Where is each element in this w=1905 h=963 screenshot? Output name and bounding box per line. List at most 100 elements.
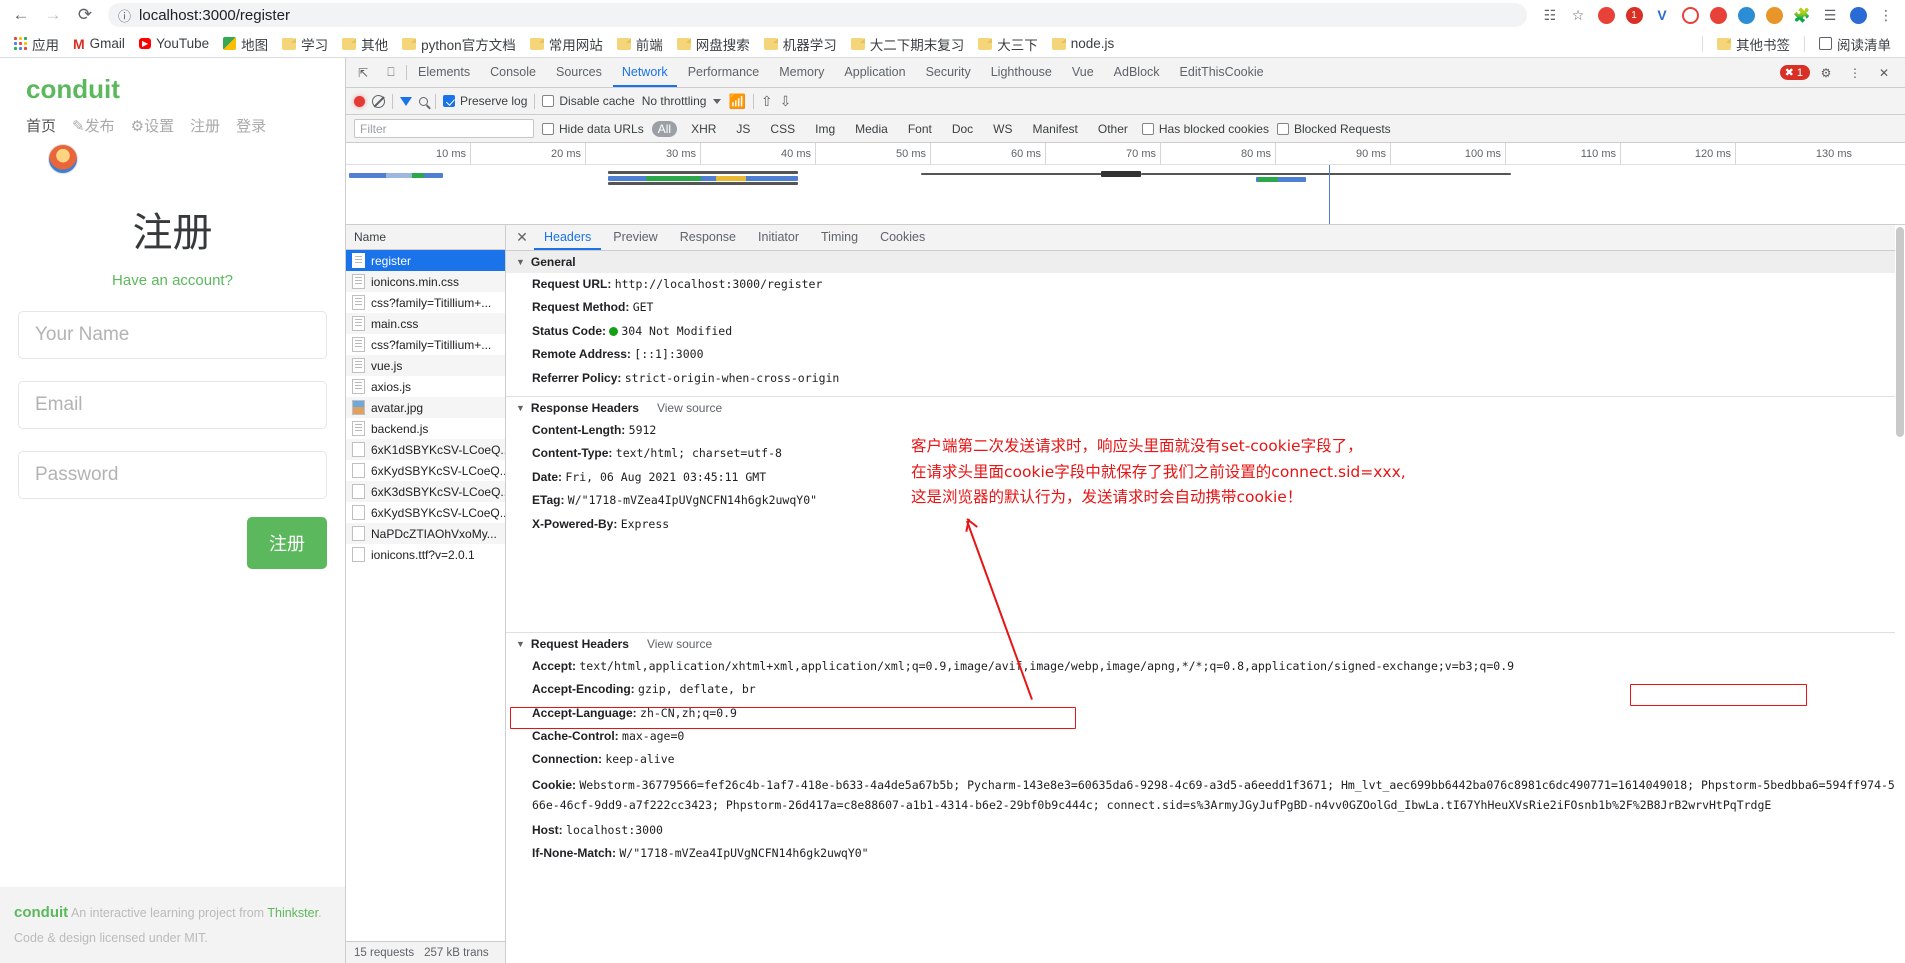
adblock-extension-icon[interactable]: 1 (1621, 2, 1647, 28)
bookmark-folder-4[interactable]: 其他 (336, 32, 394, 56)
type-filter-img[interactable]: Img (809, 121, 841, 137)
bookmark-apps[interactable]: 应用 (8, 32, 65, 56)
table-row[interactable]: avatar.jpg (346, 397, 505, 418)
chevron-down-icon[interactable] (713, 98, 722, 104)
bookmark-folder-7[interactable]: 前端 (611, 32, 669, 56)
have-account-link[interactable]: Have an account? (0, 272, 345, 289)
bookmark-folder-3[interactable]: 学习 (276, 32, 334, 56)
reading-list-button[interactable]: 阅读清单 (1813, 32, 1897, 56)
blocked-requests-checkbox[interactable]: Blocked Requests (1276, 122, 1391, 136)
nav-item-settings[interactable]: ⚙设置 (131, 115, 174, 136)
table-row[interactable]: NaPDcZTIAOhVxoMy... (346, 523, 505, 544)
detail-tab-cookies[interactable]: Cookies (870, 225, 935, 250)
table-row[interactable]: ionicons.ttf?v=2.0.1 (346, 544, 505, 565)
list-extension-icon[interactable]: ☰ (1817, 2, 1843, 28)
bookmark-folder-9[interactable]: 机器学习 (758, 32, 843, 56)
bookmark-maps[interactable]: 地图 (217, 32, 274, 56)
export-har-icon[interactable]: ⇩ (780, 94, 792, 108)
opera-extension-icon[interactable] (1593, 2, 1619, 28)
table-row[interactable]: 6xKydSBYKcSV-LCoeQ... (346, 460, 505, 481)
scrollbar-thumb[interactable] (1896, 227, 1904, 437)
table-row[interactable]: 6xK1dSBYKcSV-LCoeQ... (346, 439, 505, 460)
clock-extension-icon[interactable] (1677, 2, 1703, 28)
tab-application[interactable]: Application (835, 58, 914, 87)
detail-tab-timing[interactable]: Timing (811, 225, 868, 250)
headers-content[interactable]: ▼ General Request URL: http://localhost:… (506, 251, 1905, 963)
type-filter-xhr[interactable]: XHR (685, 121, 722, 137)
address-bar[interactable]: ⓘ localhost:3000/register (108, 3, 1527, 27)
tab-vue[interactable]: Vue (1063, 58, 1103, 87)
detail-scrollbar[interactable] (1895, 225, 1905, 963)
other-bookmarks-button[interactable]: 其他书签 (1711, 32, 1796, 56)
throttling-select[interactable]: No throttling (642, 94, 707, 108)
profile-avatar-icon[interactable] (1845, 2, 1871, 28)
bookmark-youtube[interactable]: ▶ YouTube (133, 34, 215, 53)
requests-list[interactable]: register ionicons.min.css css?family=Tit… (346, 250, 505, 941)
chrome-menu-icon[interactable]: ⋮ (1873, 2, 1899, 28)
grid-extension-icon[interactable] (1705, 2, 1731, 28)
has-blocked-cookies-checkbox[interactable]: Has blocked cookies (1141, 122, 1269, 136)
section-general[interactable]: ▼ General (506, 251, 1905, 273)
detail-tab-headers[interactable]: Headers (534, 225, 602, 250)
site-info-icon[interactable]: ⓘ (118, 6, 131, 25)
type-filter-other[interactable]: Other (1092, 121, 1134, 137)
table-row[interactable]: register (346, 250, 505, 271)
device-toolbar-icon[interactable]: ⎕ (378, 61, 404, 85)
detail-tab-preview[interactable]: Preview (603, 225, 667, 250)
vimium-extension-icon[interactable]: V (1649, 2, 1675, 28)
site-brand[interactable]: conduit (0, 58, 345, 105)
blue-extension-icon[interactable] (1733, 2, 1759, 28)
tab-performance[interactable]: Performance (679, 58, 769, 87)
type-filter-doc[interactable]: Doc (946, 121, 979, 137)
close-devtools-icon[interactable]: ✕ (1871, 61, 1897, 85)
name-column-header[interactable]: Name (346, 225, 505, 250)
gear-icon[interactable]: ⚙ (1813, 61, 1839, 85)
table-row[interactable]: axios.js (346, 376, 505, 397)
tab-editthiscookie[interactable]: EditThisCookie (1171, 58, 1273, 87)
bookmark-folder-6[interactable]: 常用网站 (524, 32, 609, 56)
type-filter-ws[interactable]: WS (987, 121, 1018, 137)
footer-thinkster-link[interactable]: Thinkster (267, 906, 318, 920)
record-icon[interactable] (354, 95, 365, 107)
inspect-element-icon[interactable]: ⇱ (350, 61, 376, 85)
bookmark-folder-8[interactable]: 网盘搜索 (671, 32, 756, 56)
wifi-settings-icon[interactable]: 📶 (728, 94, 745, 108)
reload-button[interactable]: ⟳ (70, 1, 100, 29)
email-input[interactable]: Email (18, 381, 327, 429)
more-options-icon[interactable]: ⋮ (1842, 61, 1868, 85)
section-response-headers[interactable]: ▼ Response Headers View source (506, 395, 1905, 419)
type-filter-font[interactable]: Font (902, 121, 938, 137)
close-detail-icon[interactable]: ✕ (512, 228, 532, 248)
bookmark-gmail[interactable]: M Gmail (67, 34, 131, 54)
tab-sources[interactable]: Sources (547, 58, 611, 87)
nav-item-register[interactable]: 注册 (190, 115, 220, 136)
table-row[interactable]: vue.js (346, 355, 505, 376)
tab-elements[interactable]: Elements (409, 58, 479, 87)
nav-item-login[interactable]: 登录 (236, 115, 266, 136)
bookmark-star-icon[interactable]: ☆ (1565, 2, 1591, 28)
table-row[interactable]: backend.js (346, 418, 505, 439)
tab-console[interactable]: Console (481, 58, 545, 87)
detail-tab-response[interactable]: Response (670, 225, 746, 250)
type-filter-media[interactable]: Media (849, 121, 894, 137)
qr-translate-icon[interactable]: ☷ (1537, 2, 1563, 28)
filter-icon[interactable] (400, 96, 412, 106)
nav-item-publish[interactable]: ✎发布 (72, 115, 115, 136)
tab-memory[interactable]: Memory (770, 58, 833, 87)
preserve-log-checkbox[interactable]: Preserve log (443, 94, 527, 108)
tab-network[interactable]: Network (612, 58, 677, 87)
type-filter-manifest[interactable]: Manifest (1027, 121, 1084, 137)
table-row[interactable]: css?family=Titillium+... (346, 334, 505, 355)
back-button[interactable]: ← (6, 1, 36, 29)
filter-input[interactable]: Filter (354, 119, 534, 138)
signup-button[interactable]: 注册 (247, 517, 327, 569)
tab-security[interactable]: Security (917, 58, 980, 87)
bookmark-folder-12[interactable]: node.js (1046, 34, 1121, 53)
clear-icon[interactable] (372, 94, 385, 108)
view-source-link-response[interactable]: View source (657, 401, 722, 415)
error-count-badge[interactable]: ✖ 1 (1779, 65, 1810, 80)
bookmark-folder-5[interactable]: python官方文档 (396, 32, 522, 56)
import-har-icon[interactable]: ⇧ (761, 94, 773, 108)
type-filter-js[interactable]: JS (730, 121, 756, 137)
your-name-input[interactable]: Your Name (18, 311, 327, 359)
